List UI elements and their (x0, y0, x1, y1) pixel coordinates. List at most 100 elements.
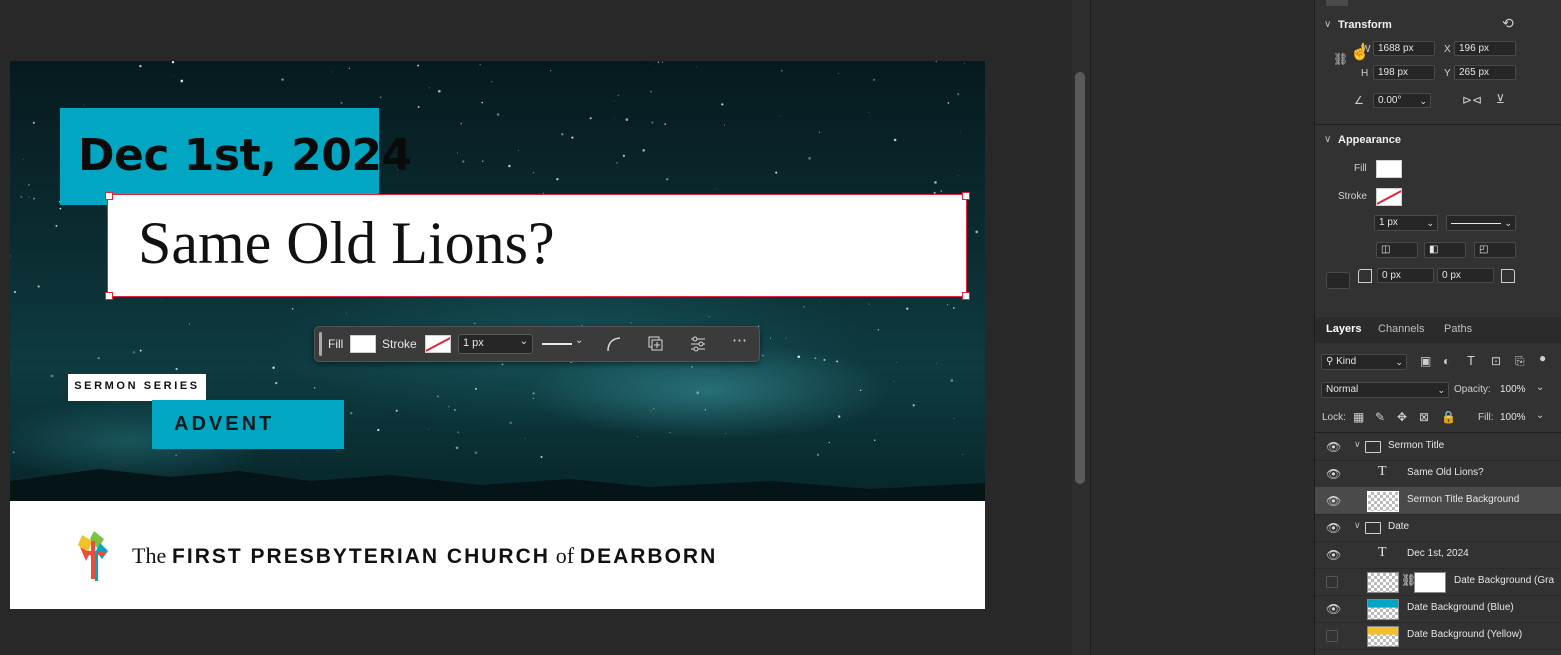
opacity-value[interactable]: 100% (1500, 384, 1526, 395)
layer-row[interactable]: 👁 T Dec 1st, 2024 (1315, 541, 1561, 569)
chevron-down-icon[interactable]: ∨ (1324, 134, 1331, 145)
appearance-stroke-style[interactable]: ⌄ (1446, 215, 1516, 231)
vertical-scrollbar[interactable] (1075, 72, 1085, 484)
blend-mode-dropdown[interactable]: Normal ⌄ (1321, 382, 1449, 398)
eye-icon[interactable]: 👁 (1326, 494, 1341, 508)
selection-handle-bl[interactable] (105, 292, 113, 300)
layer-row[interactable]: 👁 T Same Old Lions? (1315, 460, 1561, 488)
taskbar-grip-handle[interactable] (319, 332, 322, 356)
chevron-down-icon[interactable]: ⌄ (1536, 410, 1544, 421)
visibility-toggle-off[interactable] (1326, 576, 1338, 588)
eye-icon[interactable]: 👁 (1326, 548, 1341, 562)
filter-toggle-icon[interactable]: ● (1539, 351, 1546, 365)
star (50, 374, 54, 378)
contextual-task-bar[interactable]: Fill Stroke 1 px ⌄ ⌄ ⋯ (314, 326, 760, 362)
appearance-header[interactable]: Appearance (1338, 134, 1401, 146)
duplicate-icon[interactable] (647, 335, 665, 353)
visibility-toggle-off[interactable] (1326, 630, 1338, 642)
tab-layers[interactable]: Layers (1326, 323, 1361, 335)
selection-handle-tl[interactable] (105, 192, 113, 200)
layer-thumbnail (1367, 491, 1399, 512)
corner-radius-2[interactable]: 0 px (1437, 268, 1494, 283)
adjust-icon[interactable] (689, 335, 707, 353)
stroke-align-dropdown[interactable]: ◫ (1376, 242, 1418, 258)
taskbar-stroke-style-dropdown[interactable]: ⌄ (540, 335, 586, 353)
stroke-join-dropdown[interactable]: ◰ (1474, 242, 1516, 258)
filter-adjustment-icon[interactable]: ◐ (1443, 354, 1450, 368)
flip-horizontal-icon[interactable]: ⊳⊲ (1462, 93, 1482, 107)
stroke-caps-dropdown[interactable]: ◧ (1424, 242, 1466, 258)
appearance-stroke-swatch[interactable] (1376, 188, 1402, 206)
layer-row[interactable]: 👁 ∨ Date (1315, 514, 1561, 542)
x-field[interactable]: 196 px (1454, 41, 1516, 56)
fill-value[interactable]: 100% (1500, 412, 1526, 423)
layer-filter-kind[interactable]: ⚲ Kind ⌄ (1321, 354, 1407, 370)
transform-header[interactable]: Transform (1338, 19, 1392, 31)
selection-handle-br[interactable] (962, 292, 970, 300)
chevron-down-icon[interactable]: ∨ (1354, 520, 1361, 531)
sermon-title-text[interactable]: Same Old Lions? (138, 209, 555, 278)
filter-type-icon[interactable]: T (1467, 353, 1475, 368)
date-text[interactable]: Dec 1st, 2024 (78, 130, 412, 181)
star (957, 174, 959, 176)
layer-thumbnail (1367, 599, 1399, 620)
filter-pixel-icon[interactable]: ▣ (1420, 354, 1431, 368)
layer-row[interactable]: ⛓ Date Background (Gra (1315, 568, 1561, 596)
chevron-down-icon[interactable]: ∨ (1354, 439, 1361, 450)
star (780, 69, 783, 72)
corner-radius-1[interactable]: 0 px (1377, 268, 1434, 283)
eye-icon[interactable]: 👁 (1326, 467, 1341, 481)
lock-position-icon[interactable]: ✥ (1397, 410, 1407, 424)
angle-field[interactable]: 0.00° ⌄ (1373, 93, 1431, 108)
star (447, 405, 450, 408)
tab-paths[interactable]: Paths (1444, 323, 1472, 335)
date-background[interactable]: Dec 1st, 2024 (60, 108, 412, 205)
eye-icon[interactable]: 👁 (1326, 602, 1341, 616)
tab-channels[interactable]: Channels (1378, 323, 1424, 335)
filter-smart-object-icon[interactable]: ⎘ (1515, 354, 1525, 369)
taskbar-fill-swatch[interactable] (350, 335, 376, 353)
selection-handle-tr[interactable] (962, 192, 970, 200)
layer-name: Date Background (Blue) (1407, 602, 1514, 613)
star (637, 436, 638, 438)
star (696, 391, 700, 395)
height-field[interactable]: 198 px (1373, 65, 1435, 80)
reset-transform-icon[interactable]: ⟲ (1502, 15, 1514, 32)
width-field[interactable]: 1688 px (1373, 41, 1435, 56)
layer-row[interactable]: 👁 ∨ Sermon Title (1315, 433, 1561, 461)
lock-transparent-icon[interactable]: ▦ (1353, 410, 1364, 424)
lock-image-icon[interactable]: ✎ (1375, 410, 1385, 424)
series-name-box[interactable]: ADVENT (152, 400, 344, 449)
star (797, 355, 801, 359)
link-corners-button[interactable] (1326, 272, 1350, 289)
filter-shape-icon[interactable]: ⊡ (1491, 354, 1501, 368)
church-footer: The FIRST PRESBYTERIAN CHURCH of DEARBOR… (10, 501, 985, 609)
text-layer-icon: T (1378, 464, 1387, 479)
series-label-box[interactable]: SERMON SERIES (68, 374, 206, 401)
corner-radius-icon[interactable] (605, 335, 623, 353)
taskbar-stroke-width-dropdown[interactable]: 1 px ⌄ (458, 334, 533, 354)
layer-row[interactable]: Date Background (Yellow) (1315, 622, 1561, 650)
lock-artboard-icon[interactable]: ⊠ (1419, 410, 1429, 424)
appearance-fill-label: Fill (1354, 163, 1367, 174)
chevron-down-icon[interactable]: ⌄ (1536, 382, 1544, 393)
star (457, 431, 460, 434)
flip-vertical-icon[interactable]: ⊻ (1496, 92, 1505, 106)
taskbar-stroke-swatch[interactable] (425, 335, 451, 353)
appearance-fill-swatch[interactable] (1376, 160, 1402, 178)
more-icon[interactable]: ⋯ (732, 331, 747, 349)
eye-icon[interactable]: 👁 (1326, 440, 1341, 454)
eye-icon[interactable]: 👁 (1326, 521, 1341, 535)
lock-all-icon[interactable]: 🔒 (1441, 410, 1456, 424)
link-proportions-icon[interactable]: ⛓ (1333, 52, 1348, 66)
layer-row[interactable]: 👁 Date Background (Blue) (1315, 595, 1561, 623)
star (912, 404, 915, 407)
star (664, 123, 667, 126)
star (808, 157, 811, 160)
sermon-title-background[interactable]: Same Old Lions? (107, 194, 967, 297)
appearance-stroke-width[interactable]: 1 px ⌄ (1374, 215, 1438, 231)
layer-name: Same Old Lions? (1407, 467, 1484, 478)
layer-row[interactable]: 👁 Sermon Title Background (1315, 487, 1561, 515)
y-field[interactable]: 265 px (1454, 65, 1516, 80)
chevron-down-icon[interactable]: ∨ (1324, 19, 1331, 30)
